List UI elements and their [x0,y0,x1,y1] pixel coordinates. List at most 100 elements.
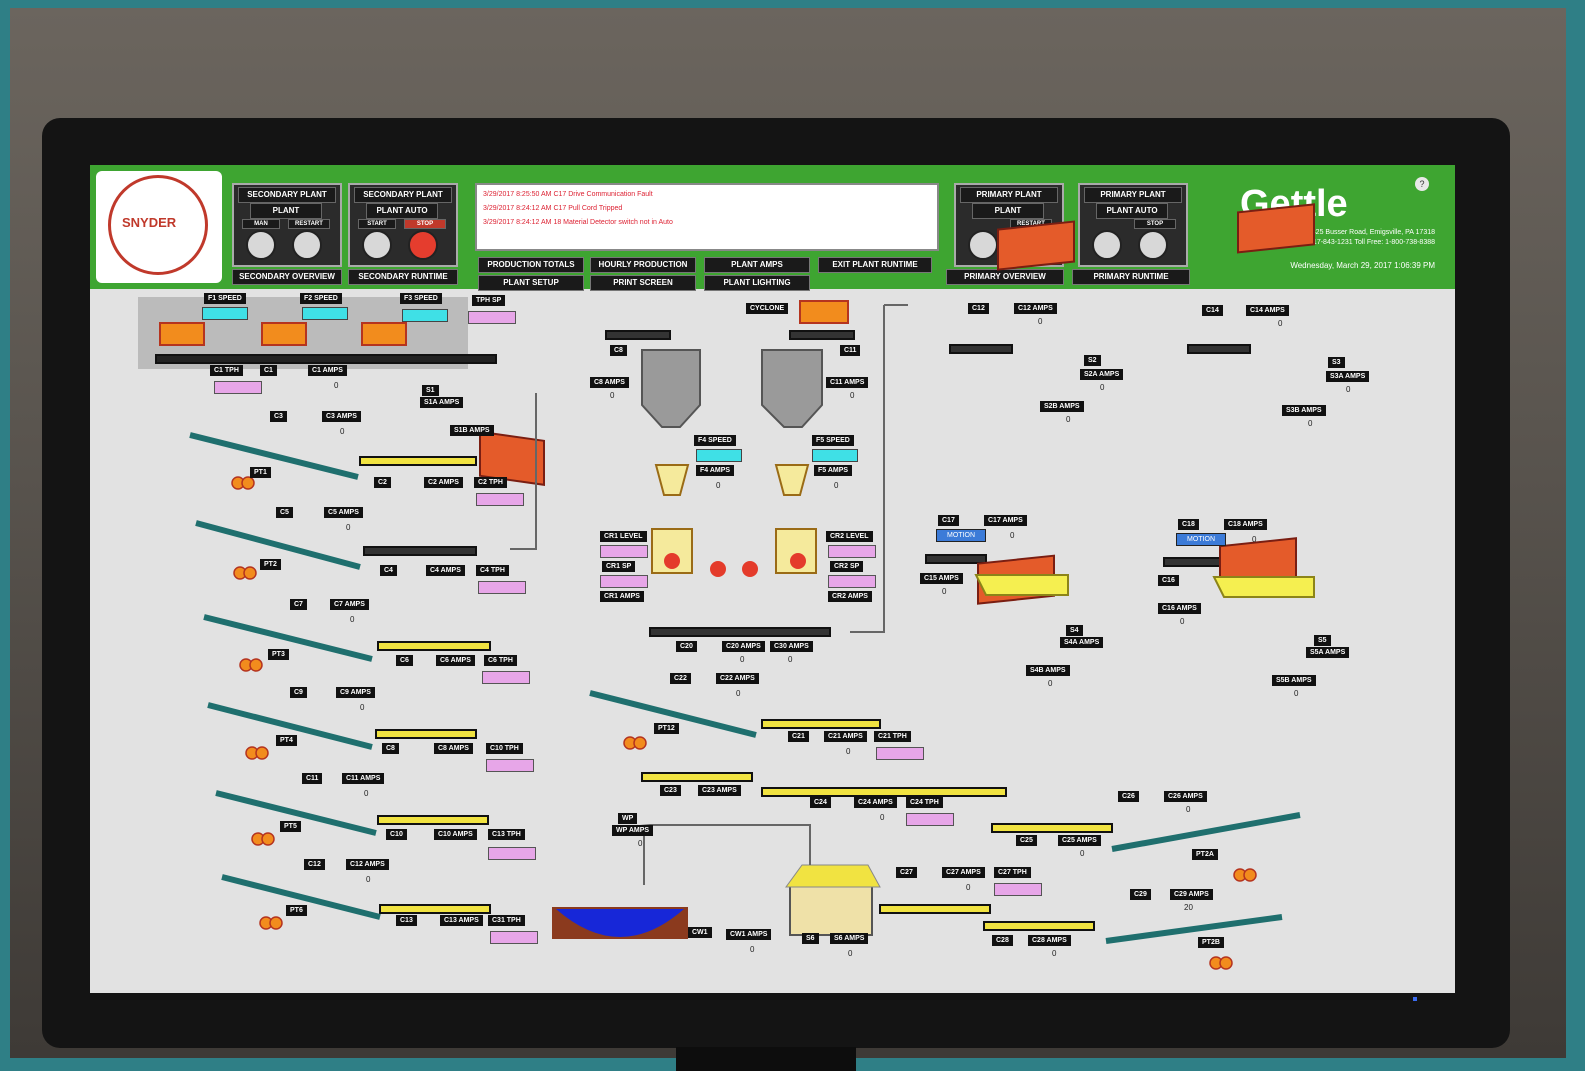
c10-tph-value [486,759,534,772]
c6-tph-label: C6 TPH [484,655,517,666]
c12-label: C12 [304,859,325,870]
cr1-sp-label: CR1 SP [602,561,636,572]
c21-label: C21 [788,731,809,742]
s5-label: S5 [1314,635,1331,646]
c7-label: C7 [290,599,307,610]
tph-sp-value[interactable] [468,311,516,324]
c16-amps-value: 0 [1180,617,1185,626]
c12-amps-value: 0 [366,875,371,884]
wp-amps-value: 0 [638,839,643,848]
c1-label: C1 [260,365,277,376]
c30-amps-label: C30 AMPS [770,641,813,652]
s6-amps-value: 0 [848,949,853,958]
s2a-amps-value: 0 [1100,383,1105,392]
c22-amps-value: 0 [736,689,741,698]
f1-speed-value[interactable] [202,307,248,320]
c8-top-label: C8 [610,345,627,356]
c20-amps-value: 0 [740,655,745,664]
c8-label: C8 [382,743,399,754]
wp-label: WP [618,813,638,824]
c24-label: C24 [810,797,831,808]
c13-label: C13 [396,915,417,926]
s4b-amps-label: S4B AMPS [1026,665,1070,676]
c27-amps-value: 0 [966,883,971,892]
s3b-amps-value: 0 [1308,419,1313,428]
c20-label: C20 [676,641,697,652]
c28-label: C28 [992,935,1013,946]
c22-label: C22 [670,673,691,684]
cr1-level-value [600,545,648,558]
process-diagram [138,203,1315,970]
pt12-label: PT12 [654,723,679,734]
c31-tph-label: C31 TPH [488,915,525,926]
c16-amps-label: C16 AMPS [1158,603,1201,614]
f2-speed-value[interactable] [302,307,348,320]
c24-tph-label: C24 TPH [906,797,943,808]
c4-tph-value [478,581,526,594]
c17-label: C17 [938,515,959,526]
c11-amps-value: 0 [364,789,369,798]
cr2-sp-label: CR2 SP [830,561,864,572]
pt2b-label: PT2B [1198,937,1224,948]
s6-label: S6 [802,933,819,944]
c26-amps-value: 0 [1186,805,1191,814]
c6-amps-label: C6 AMPS [436,655,475,666]
c12-top-label: C12 [968,303,989,314]
c12-amps-top-value: 0 [1038,317,1043,326]
c27-amps-label: C27 AMPS [942,867,985,878]
f4-amps-label: F4 AMPS [696,465,735,476]
c1-amps-label: C1 AMPS [308,365,347,376]
c9-label: C9 [290,687,307,698]
cr2-amps-label: CR2 AMPS [828,591,872,602]
pt6-label: PT6 [286,905,307,916]
c10-amps-label: C10 AMPS [434,829,477,840]
c7-amps-label: C7 AMPS [330,599,369,610]
c8-amps-label: C8 AMPS [434,743,473,754]
c14-amps-value: 0 [1278,319,1283,328]
c11-amps-label: C11 AMPS [342,773,385,784]
f3-speed-value[interactable] [402,309,448,322]
power-led [1413,997,1417,1001]
c18-label: C18 [1178,519,1199,530]
s3a-amps-value: 0 [1346,385,1351,394]
c15-amps-value: 0 [942,587,947,596]
c6-label: C6 [396,655,413,666]
cr2-level-label: CR2 LEVEL [826,531,873,542]
f5-speed-value[interactable] [812,449,858,462]
c24-amps-value: 0 [880,813,885,822]
pt3-label: PT3 [268,649,289,660]
c1-tph-value [214,381,262,394]
c23-amps-label: C23 AMPS [698,785,741,796]
cr2-level-value [828,545,876,558]
f5-amps-label: F5 AMPS [814,465,853,476]
c13-tph-label: C13 TPH [488,829,525,840]
c10-label: C10 [386,829,407,840]
f2-speed-label: F2 SPEED [300,293,342,304]
pt2a-label: PT2A [1192,849,1218,860]
c29-amps-value: 20 [1184,903,1193,912]
c12-amps-top-label: C12 AMPS [1014,303,1057,314]
s5b-amps-label: S5B AMPS [1272,675,1316,686]
c3-label: C3 [270,411,287,422]
s5b-amps-value: 0 [1294,689,1299,698]
cw1-label: CW1 [688,927,712,938]
c1-tph-label: C1 TPH [210,365,243,376]
cr1-sp-value[interactable] [600,575,648,588]
f4-amps-value: 0 [716,481,721,490]
hmi-screen: SNYDER SECONDARY PLANT PLANT MAN RESTART… [90,165,1455,993]
c14-amps-label: C14 AMPS [1246,305,1289,316]
c17-motion-indicator: MOTION [936,529,986,542]
c11-top-label: C11 [840,345,861,356]
f4-speed-value[interactable] [696,449,742,462]
c2-amps-label: C2 AMPS [424,477,463,488]
c5-label: C5 [276,507,293,518]
c17-amps-label: C17 AMPS [984,515,1027,526]
c11-amps-top-label: C11 AMPS [826,377,869,388]
cr2-sp-value[interactable] [828,575,876,588]
cr1-level-label: CR1 LEVEL [600,531,647,542]
c28-amps-value: 0 [1052,949,1057,958]
c9-amps-label: C9 AMPS [336,687,375,698]
c10-tph-label: C10 TPH [486,743,523,754]
c28-amps-label: C28 AMPS [1028,935,1071,946]
s3b-amps-label: S3B AMPS [1282,405,1326,416]
